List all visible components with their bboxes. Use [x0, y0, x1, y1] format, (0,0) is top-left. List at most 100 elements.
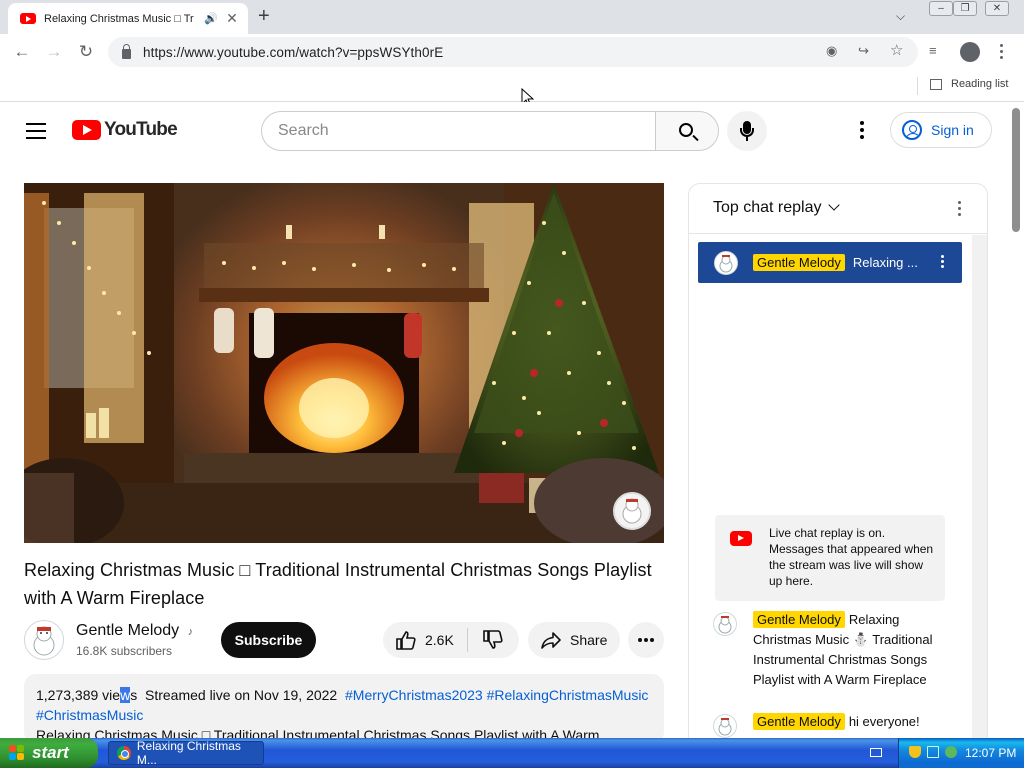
taskbar-chrome-window[interactable]: Relaxing Christmas M...	[108, 739, 264, 767]
chevron-down-icon	[827, 199, 840, 211]
subscribe-button[interactable]: Subscribe	[221, 622, 316, 658]
chat-message-text: hi everyone!	[848, 714, 920, 729]
keyboard-icon[interactable]	[870, 748, 882, 757]
channel-avatar-small	[713, 714, 737, 738]
search-icon	[679, 123, 693, 137]
owner-badge: Gentle Melody	[753, 611, 845, 628]
speaker-icon[interactable]: 🔊	[204, 12, 218, 25]
profile-avatar-icon[interactable]	[960, 42, 980, 62]
pinned-menu-icon[interactable]	[941, 255, 944, 270]
system-tray: 12:07 PM	[898, 738, 1024, 768]
share-arrow-icon	[541, 632, 561, 649]
like-dislike-group: 2.6K	[383, 622, 519, 658]
reload-icon[interactable]: ↻	[75, 42, 97, 62]
microphone-stand	[740, 128, 754, 137]
scrollbar-thumb[interactable]	[1012, 108, 1020, 232]
search-input[interactable]: Search	[261, 111, 657, 151]
taskbar-window-label: Relaxing Christmas M...	[136, 739, 241, 767]
hashtag-link[interactable]: #RelaxingChristmasMusic	[487, 687, 649, 703]
youtube-favicon-icon	[20, 13, 36, 24]
network-icon[interactable]	[927, 746, 939, 758]
settings-more-icon[interactable]	[852, 121, 872, 142]
more-actions-button[interactable]	[628, 622, 664, 658]
security-shield-icon[interactable]	[909, 746, 921, 758]
chat-message-body: Gentle Melody Relaxing Christmas Music ⛄ …	[753, 610, 953, 690]
reading-list-button[interactable]: Reading list	[930, 78, 1008, 90]
bookmark-star-icon[interactable]: ☆	[890, 41, 903, 59]
youtube-play-logo-icon	[72, 120, 101, 140]
channel-name[interactable]: Gentle Melody ♪	[76, 622, 193, 640]
chat-scrollbar[interactable]	[972, 235, 987, 752]
restore-window-icon[interactable]: ❐	[953, 1, 977, 16]
music-note-icon: ♪	[187, 626, 194, 638]
twinkle-lights	[42, 201, 636, 450]
browser-tab[interactable]: Relaxing Christmas Music □ Tr 🔊 ✕	[8, 3, 248, 34]
youtube-logo-text: YouTube	[104, 119, 178, 140]
close-window-icon[interactable]: ✕	[985, 1, 1009, 16]
pinned-text: Relaxing ...	[852, 255, 918, 270]
search-button[interactable]	[655, 111, 719, 151]
hashtag-link[interactable]: #ChristmasMusic	[36, 707, 143, 723]
thumbs-down-icon	[483, 630, 503, 649]
replay-notice-text: Live chat replay is on. Messages that ap…	[769, 526, 934, 588]
like-button[interactable]: 2.6K	[383, 622, 467, 658]
chrome-icon	[117, 746, 131, 760]
owner-badge: Gentle Melody	[753, 713, 845, 730]
clock[interactable]: 12:07 PM	[965, 746, 1016, 760]
account-circle-icon	[902, 120, 922, 140]
channel-avatar[interactable]	[24, 620, 64, 660]
hamburger-menu-icon[interactable]	[26, 123, 46, 144]
video-description[interactable]: 1,273,389 views Streamed live on Nov 19,…	[24, 674, 664, 744]
hashtag-link[interactable]: #MerryChristmas2023	[345, 687, 483, 703]
voice-search-button[interactable]	[727, 111, 767, 151]
share-page-icon[interactable]: ↪	[858, 43, 869, 59]
youtube-logo[interactable]: YouTube	[72, 119, 178, 141]
reading-list-icon	[930, 78, 942, 90]
update-icon[interactable]	[945, 746, 957, 758]
video-player[interactable]	[24, 183, 664, 543]
channel-avatar-small	[714, 250, 738, 275]
chat-message-body: Gentle Melody hi everyone!	[753, 712, 953, 732]
video-title: Relaxing Christmas Music □ Traditional I…	[24, 560, 652, 608]
chat-header: Top chat replay	[689, 184, 987, 234]
chat-mode-dropdown[interactable]: Top chat replay	[713, 199, 840, 217]
page-scrollbar[interactable]	[1008, 102, 1024, 738]
new-tab-icon[interactable]: +	[258, 5, 270, 28]
dislike-button[interactable]	[468, 622, 519, 658]
tab-search-chevron-icon[interactable]: ⌵	[896, 9, 905, 24]
view-count: 1,273,389 views	[36, 687, 138, 703]
eye-off-icon[interactable]: ◉	[826, 43, 837, 59]
close-tab-icon[interactable]: ✕	[224, 10, 240, 27]
url-text[interactable]: https://www.youtube.com/watch?v=ppsWSYth…	[143, 45, 443, 60]
start-label: start	[32, 743, 69, 762]
windows-flag-icon	[9, 745, 26, 761]
channel-name-text[interactable]: Gentle Melody	[76, 622, 179, 639]
share-button[interactable]: Share	[528, 622, 620, 658]
start-button[interactable]: start	[0, 738, 98, 768]
chat-mode-label: Top chat replay	[713, 199, 822, 216]
browser-menu-icon[interactable]	[999, 44, 1003, 62]
back-arrow-icon[interactable]: ←	[11, 42, 33, 62]
stream-date: Streamed live on Nov 19, 2022	[144, 687, 338, 703]
reading-list-label: Reading list	[951, 78, 1009, 90]
media-queue-icon[interactable]: ≡	[929, 43, 937, 58]
sign-in-label: Sign in	[931, 122, 974, 138]
description-meta-line: 1,273,389 views Streamed live on Nov 19,…	[36, 685, 652, 725]
channel-watermark-icon[interactable]	[613, 492, 651, 530]
taskbar: start Relaxing Christmas M... 12:07 PM	[0, 738, 1024, 768]
lock-icon[interactable]	[122, 43, 131, 59]
tab-title: Relaxing Christmas Music □ Tr	[44, 12, 194, 25]
pinned-message[interactable]: Gentle Melody Relaxing ...	[698, 242, 962, 283]
thumbs-up-icon	[396, 631, 416, 650]
youtube-icon	[730, 531, 752, 546]
minimize-window-icon[interactable]: –	[929, 1, 953, 16]
browser-toolbar: ← → ↻ https://www.youtube.com/watch?v=pp…	[0, 34, 1024, 70]
share-label: Share	[570, 632, 608, 648]
address-bar[interactable]: https://www.youtube.com/watch?v=ppsWSYth…	[108, 37, 918, 67]
forward-arrow-icon[interactable]: →	[43, 42, 65, 62]
sign-in-button[interactable]: Sign in	[890, 112, 992, 148]
microphone-base	[746, 137, 748, 141]
subscriber-count: 16.8K subscribers	[76, 644, 173, 658]
bookmarks-separator	[917, 77, 918, 95]
chat-menu-icon[interactable]	[957, 201, 961, 219]
